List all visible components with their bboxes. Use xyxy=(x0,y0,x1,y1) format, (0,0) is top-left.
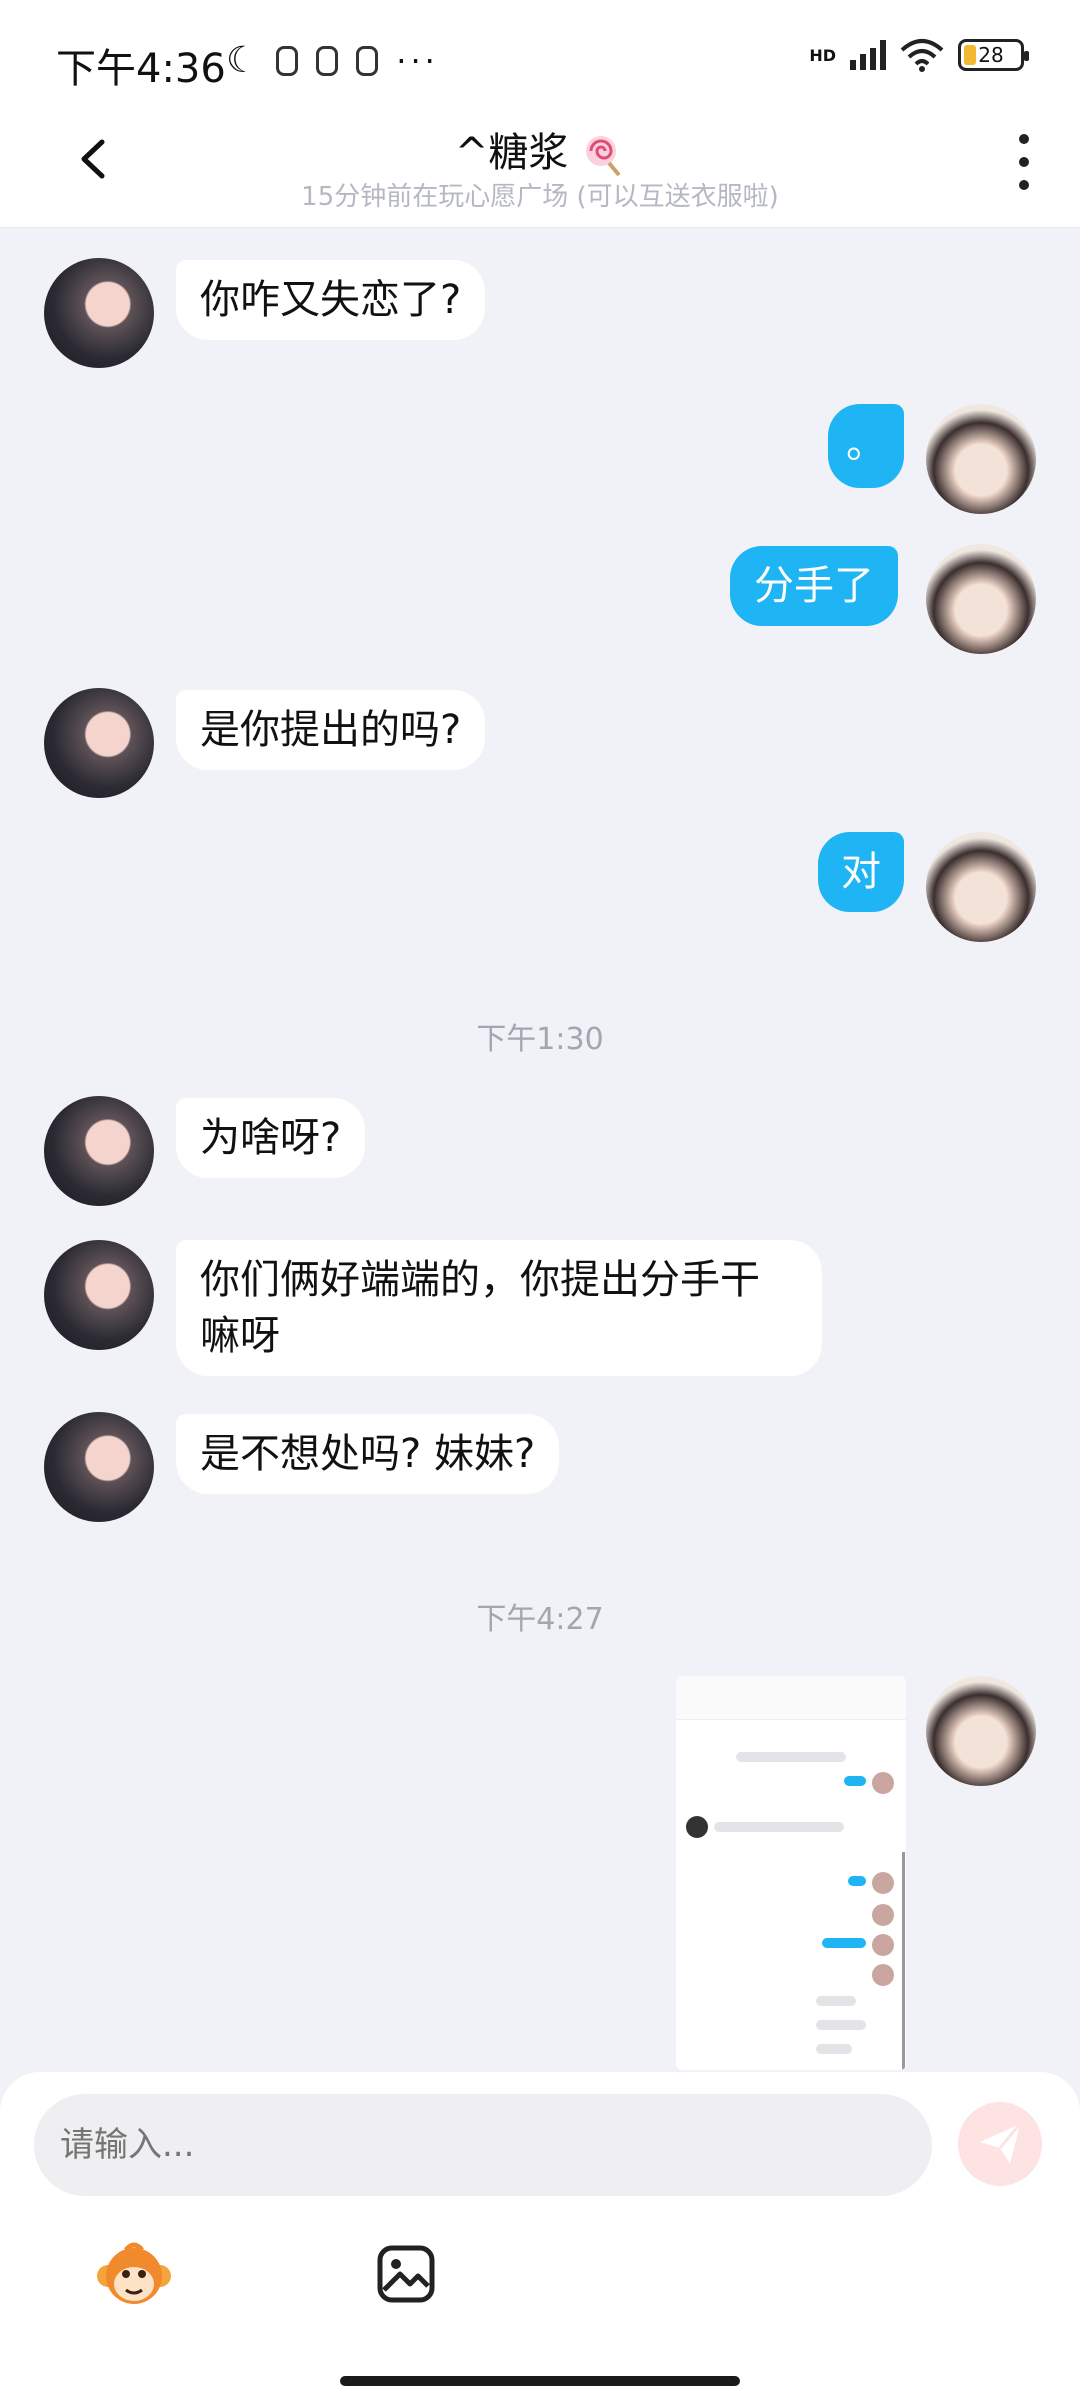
thumbnail-line xyxy=(816,1996,856,2006)
thumbnail-line xyxy=(848,1876,866,1886)
message-bubble-received[interactable]: 是不想处吗? 妹妹? xyxy=(176,1414,560,1494)
time-divider: 下午1:30 xyxy=(476,1022,604,1057)
thumbnail-line xyxy=(822,1938,866,1948)
time-divider: 下午4:27 xyxy=(476,1602,604,1637)
thumbnail-line xyxy=(736,1752,846,1762)
contact-avatar[interactable] xyxy=(44,1412,154,1522)
chat-header: ^糖浆 15分钟前在玩心愿广场 (可以互送衣服啦) xyxy=(0,120,1080,228)
message-bubble-received[interactable]: 是你提出的吗? xyxy=(176,690,486,770)
thumbnail-avatar xyxy=(872,1772,894,1794)
contact-avatar[interactable] xyxy=(44,688,154,798)
message-bubble-sent[interactable]: 分手了 xyxy=(730,546,898,626)
send-icon xyxy=(980,2123,1022,2164)
contact-avatar[interactable] xyxy=(44,1240,154,1350)
wifi-icon xyxy=(900,39,944,72)
lollipop-emoji-icon xyxy=(586,136,621,177)
more-vertical-icon[interactable] xyxy=(1014,134,1034,190)
thumbnail-line xyxy=(816,2044,852,2054)
thumbnail-line xyxy=(714,1822,844,1832)
chat-title: ^糖浆 xyxy=(0,120,1080,178)
image-icon[interactable] xyxy=(376,2244,436,2304)
moon-icon: ☾ xyxy=(226,40,259,81)
message-bubble-received[interactable]: 为啥呀? xyxy=(176,1098,366,1178)
my-avatar[interactable] xyxy=(926,832,1036,942)
thumbnail-scrollbar xyxy=(902,1852,905,2070)
status-right: HD 28 xyxy=(809,38,1029,72)
app-notification-icon xyxy=(276,45,299,76)
status-notification-icons: ☾ ··· xyxy=(226,40,439,81)
more-notifications-icon: ··· xyxy=(396,41,439,80)
hd-indicator: HD xyxy=(809,45,836,65)
app-notification-icon xyxy=(316,45,339,76)
status-time: 下午4:36 xyxy=(56,46,226,92)
thumbnail-header xyxy=(676,1676,906,1720)
thumbnail-line xyxy=(844,1776,866,1786)
message-input[interactable] xyxy=(34,2094,932,2196)
monkey-emoji-icon[interactable] xyxy=(96,2240,172,2310)
my-avatar[interactable] xyxy=(926,1676,1036,1786)
thumbnail-line xyxy=(816,2020,866,2030)
signal-icon xyxy=(850,40,886,70)
app-notification-icon xyxy=(356,45,379,76)
contact-avatar[interactable] xyxy=(44,1096,154,1206)
battery-icon: 28 xyxy=(958,39,1029,71)
home-indicator[interactable] xyxy=(340,2376,740,2386)
contact-avatar[interactable] xyxy=(44,258,154,368)
status-subtitle: 15分钟前在玩心愿广场 (可以互送衣服啦) xyxy=(301,182,779,212)
message-bubble-sent[interactable]: 。 xyxy=(828,404,904,488)
screenshot-image-message[interactable] xyxy=(676,1676,906,2070)
thumbnail-avatar xyxy=(686,1816,708,1838)
contact-name: ^糖浆 xyxy=(454,130,569,176)
thumbnail-avatar xyxy=(872,1872,894,1894)
thumbnail-avatar xyxy=(872,1904,894,1926)
send-button[interactable] xyxy=(958,2102,1042,2186)
message-bubble-sent[interactable]: 对 xyxy=(818,832,904,912)
status-bar: 下午4:36 ☾ ··· HD 28 xyxy=(0,0,1080,120)
thumbnail-avatar xyxy=(872,1964,894,1986)
thumbnail-avatar xyxy=(872,1934,894,1956)
input-bar xyxy=(0,2072,1080,2400)
my-avatar[interactable] xyxy=(926,404,1036,514)
battery-level: 28 xyxy=(978,43,1004,67)
message-bubble-received[interactable]: 你们俩好端端的，你提出分手干嘛呀 xyxy=(176,1240,822,1376)
message-bubble-received[interactable]: 你咋又失恋了? xyxy=(176,260,486,340)
my-avatar[interactable] xyxy=(926,544,1036,654)
